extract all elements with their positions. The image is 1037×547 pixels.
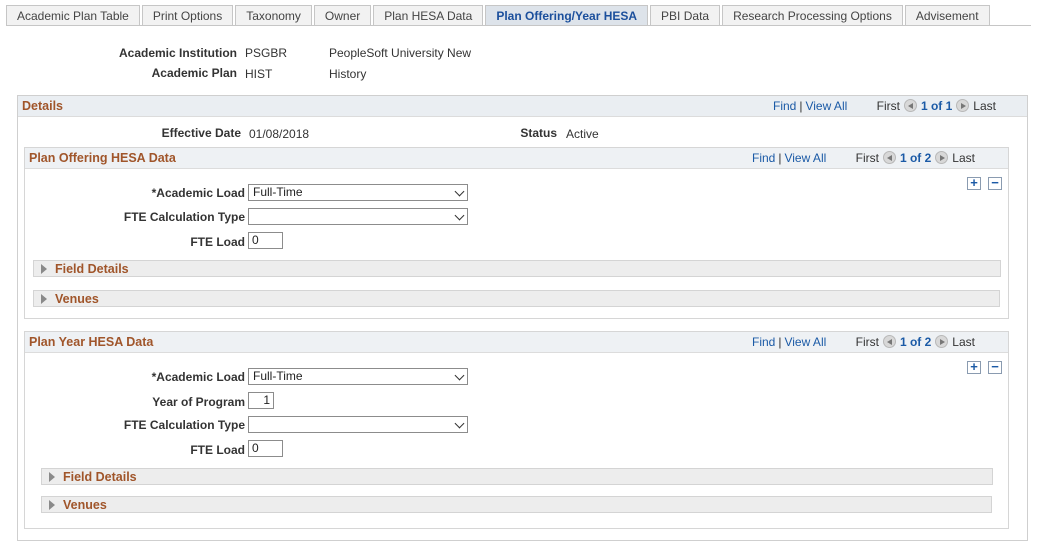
chevron-down-icon (454, 210, 465, 221)
tab-print-options[interactable]: Print Options (141, 5, 234, 25)
next-arrow-icon[interactable] (935, 151, 949, 164)
minus-icon[interactable]: − (988, 176, 1002, 190)
chevron-down-icon (454, 418, 465, 429)
year-view-all-link[interactable]: View All (784, 335, 826, 349)
offering-venues-label: Venues (55, 292, 99, 306)
status-value: Active (566, 127, 599, 141)
year-academic-load-select[interactable]: Full-Time (248, 368, 468, 385)
offering-academic-load-label: *Academic Load (151, 186, 245, 200)
tab-owner[interactable]: Owner (313, 5, 372, 25)
offering-academic-load-value: Full-Time (253, 185, 303, 199)
tab-divider (6, 25, 1031, 26)
details-page-count: 1 of 1 (920, 99, 953, 113)
offering-field-details-section[interactable]: Field Details (33, 260, 1001, 277)
details-view-all-link[interactable]: View All (805, 99, 847, 113)
tab-pbi-data[interactable]: PBI Data (650, 5, 721, 25)
prev-arrow-icon[interactable] (903, 99, 917, 112)
year-venues-label: Venues (63, 498, 107, 512)
plan-offering-title: Plan Offering HESA Data (29, 151, 176, 165)
effective-date-label: Effective Date (161, 126, 241, 140)
offering-page-count: 1 of 2 (899, 151, 932, 165)
year-page-count: 1 of 2 (899, 335, 932, 349)
plan-year-nav: Find | View All First 1 of 2 Last (752, 335, 975, 349)
year-academic-load-value: Full-Time (253, 369, 303, 383)
plan-year-title: Plan Year HESA Data (29, 335, 154, 349)
tab-bar: Academic Plan Table Print Options Taxono… (6, 5, 992, 26)
year-fte-load-input[interactable]: 0 (248, 440, 283, 457)
details-find-link[interactable]: Find (773, 99, 796, 113)
offering-fte-calc-select[interactable] (248, 208, 468, 225)
tab-plan-offering-year-hesa[interactable]: Plan Offering/Year HESA (485, 5, 649, 26)
tab-research-processing-options[interactable]: Research Processing Options (722, 5, 903, 25)
expand-triangle-icon (49, 500, 55, 510)
offering-fte-calc-label: FTE Calculation Type (123, 210, 245, 224)
institution-label: Academic Institution (118, 46, 237, 60)
offering-field-details-label: Field Details (55, 262, 129, 276)
year-field-details-section[interactable]: Field Details (41, 468, 993, 485)
plan-offering-nav: Find | View All First 1 of 2 Last (752, 151, 975, 165)
prev-arrow-icon[interactable] (882, 151, 896, 164)
year-venues-section[interactable]: Venues (41, 496, 992, 513)
effective-date-value: 01/08/2018 (249, 127, 310, 141)
chevron-down-icon (454, 370, 465, 381)
academic-plan-label: Academic Plan (151, 66, 237, 80)
institution-code: PSGBR (245, 46, 288, 60)
details-nav: Find | View All First 1 of 1 Last (773, 99, 996, 113)
year-fte-calc-select[interactable] (248, 416, 468, 433)
year-first-label: First (855, 335, 879, 349)
tab-plan-hesa-data[interactable]: Plan HESA Data (373, 5, 484, 25)
offering-find-link[interactable]: Find (752, 151, 775, 165)
year-fte-calc-label: FTE Calculation Type (123, 418, 245, 432)
year-academic-load-label: *Academic Load (151, 370, 245, 384)
details-title: Details (22, 99, 63, 113)
offering-fte-load-label: FTE Load (190, 235, 245, 249)
offering-view-all-link[interactable]: View All (784, 151, 826, 165)
expand-triangle-icon (49, 472, 55, 482)
expand-triangle-icon (41, 264, 47, 274)
offering-first-label: First (855, 151, 879, 165)
status-label: Status (520, 126, 557, 140)
prev-arrow-icon[interactable] (882, 335, 896, 348)
offering-venues-section[interactable]: Venues (33, 290, 1000, 307)
year-field-details-label: Field Details (63, 470, 137, 484)
offering-fte-load-input[interactable]: 0 (248, 232, 283, 249)
plus-icon[interactable]: + (967, 360, 981, 374)
year-of-program-label: Year of Program (152, 395, 245, 409)
minus-icon[interactable]: − (988, 360, 1002, 374)
plan-year-header: Plan Year HESA Data Find | View All First 1… (25, 332, 1008, 353)
year-of-program-input[interactable]: 1 (248, 392, 274, 409)
academic-plan-code: HIST (245, 67, 273, 81)
expand-triangle-icon (41, 294, 47, 304)
chevron-down-icon (454, 186, 465, 197)
year-fte-load-label: FTE Load (190, 443, 245, 457)
tab-advisement[interactable]: Advisement (904, 5, 990, 25)
plus-icon[interactable]: + (967, 176, 981, 190)
year-find-link[interactable]: Find (752, 335, 775, 349)
next-arrow-icon[interactable] (935, 335, 949, 348)
offering-academic-load-select[interactable]: Full-Time (248, 184, 468, 201)
tab-taxonomy[interactable]: Taxonomy (235, 5, 312, 25)
institution-name: PeopleSoft University New (329, 46, 472, 60)
plan-offering-header: Plan Offering HESA Data Find | View All Fi… (25, 148, 1008, 169)
offering-last-label: Last (952, 151, 975, 165)
details-header: Details Find | View All First 1 of 1 Last (18, 96, 1027, 117)
tab-academic-plan-table[interactable]: Academic Plan Table (6, 5, 140, 25)
details-last-label: Last (973, 99, 996, 113)
details-first-label: First (876, 99, 900, 113)
academic-plan-name: History (329, 67, 367, 81)
next-arrow-icon[interactable] (956, 99, 970, 112)
year-last-label: Last (952, 335, 975, 349)
